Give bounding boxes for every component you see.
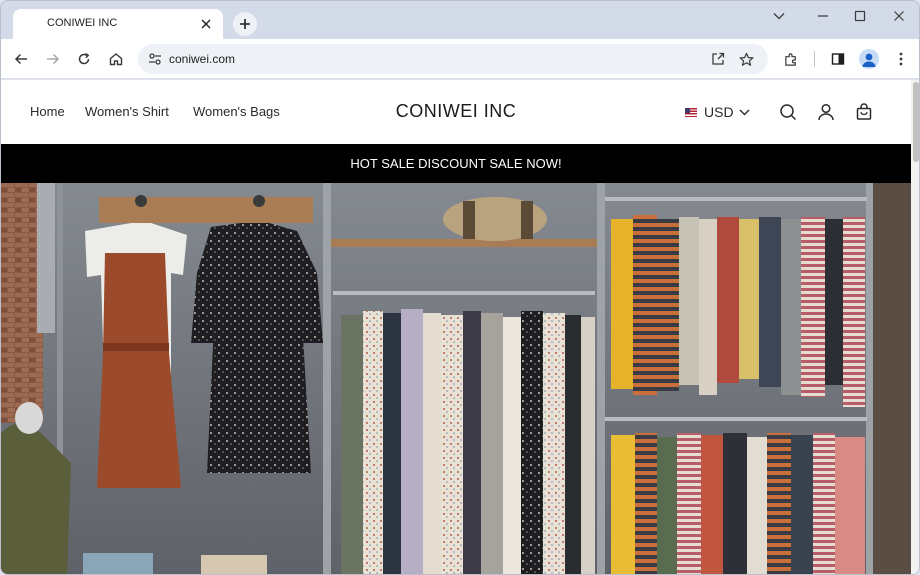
web-page: Home Women's Shirt Women's Bags CONIWEI … xyxy=(1,80,911,574)
site-info-icon[interactable] xyxy=(144,48,166,70)
forward-arrow-icon[interactable] xyxy=(41,47,65,71)
cart-bag-icon[interactable] xyxy=(853,101,875,123)
share-icon[interactable] xyxy=(708,49,728,69)
back-arrow-icon[interactable] xyxy=(9,47,33,71)
home-icon[interactable] xyxy=(104,47,128,71)
site-header: Home Women's Shirt Women's Bags CONIWEI … xyxy=(1,80,911,144)
browser-toolbar: coniwei.com xyxy=(1,39,919,79)
tab-active[interactable]: CONIWEI INC xyxy=(13,9,223,39)
bookmark-star-icon[interactable] xyxy=(736,49,756,69)
us-flag-icon xyxy=(685,107,697,117)
browser-menu-icon[interactable] xyxy=(889,47,913,71)
new-tab-button[interactable] xyxy=(233,12,257,36)
address-bar[interactable]: coniwei.com xyxy=(138,44,768,74)
plus-icon xyxy=(240,19,250,29)
close-tab-icon[interactable] xyxy=(197,15,215,33)
site-brand[interactable]: CONIWEI INC xyxy=(1,101,911,122)
extensions-puzzle-icon[interactable] xyxy=(779,47,803,71)
reload-icon[interactable] xyxy=(72,47,96,71)
right-top-garments xyxy=(611,215,865,407)
clothing-store-illustration xyxy=(1,183,911,574)
search-icon[interactable] xyxy=(777,101,799,123)
chevron-down-icon xyxy=(739,109,750,115)
tab-title: CONIWEI INC xyxy=(47,17,118,29)
right-bottom-garments xyxy=(611,433,865,574)
currency-selector[interactable]: USD xyxy=(685,102,750,122)
account-icon[interactable] xyxy=(815,101,837,123)
tab-strip: CONIWEI INC xyxy=(1,1,919,39)
currency-label: USD xyxy=(704,104,734,120)
middle-rack-garments xyxy=(341,309,595,574)
minimize-icon[interactable] xyxy=(811,6,835,26)
scrollbar-thumb[interactable] xyxy=(913,82,919,162)
tab-search-chevron-icon[interactable] xyxy=(767,6,791,26)
side-panel-icon[interactable] xyxy=(826,47,850,71)
maximize-icon[interactable] xyxy=(848,6,872,26)
browser-window: CONIWEI INC coniwei.com Home Women's Shi… xyxy=(0,0,920,575)
page-scrollbar[interactable] xyxy=(911,80,919,574)
url-text[interactable]: coniwei.com xyxy=(169,52,235,66)
profile-avatar-icon[interactable] xyxy=(859,49,879,69)
close-window-icon[interactable] xyxy=(887,6,911,26)
announcement-bar[interactable]: HOT SALE DISCOUNT SALE NOW! xyxy=(1,144,911,183)
toolbar-separator xyxy=(814,51,815,67)
hero-banner-image[interactable] xyxy=(1,183,911,574)
